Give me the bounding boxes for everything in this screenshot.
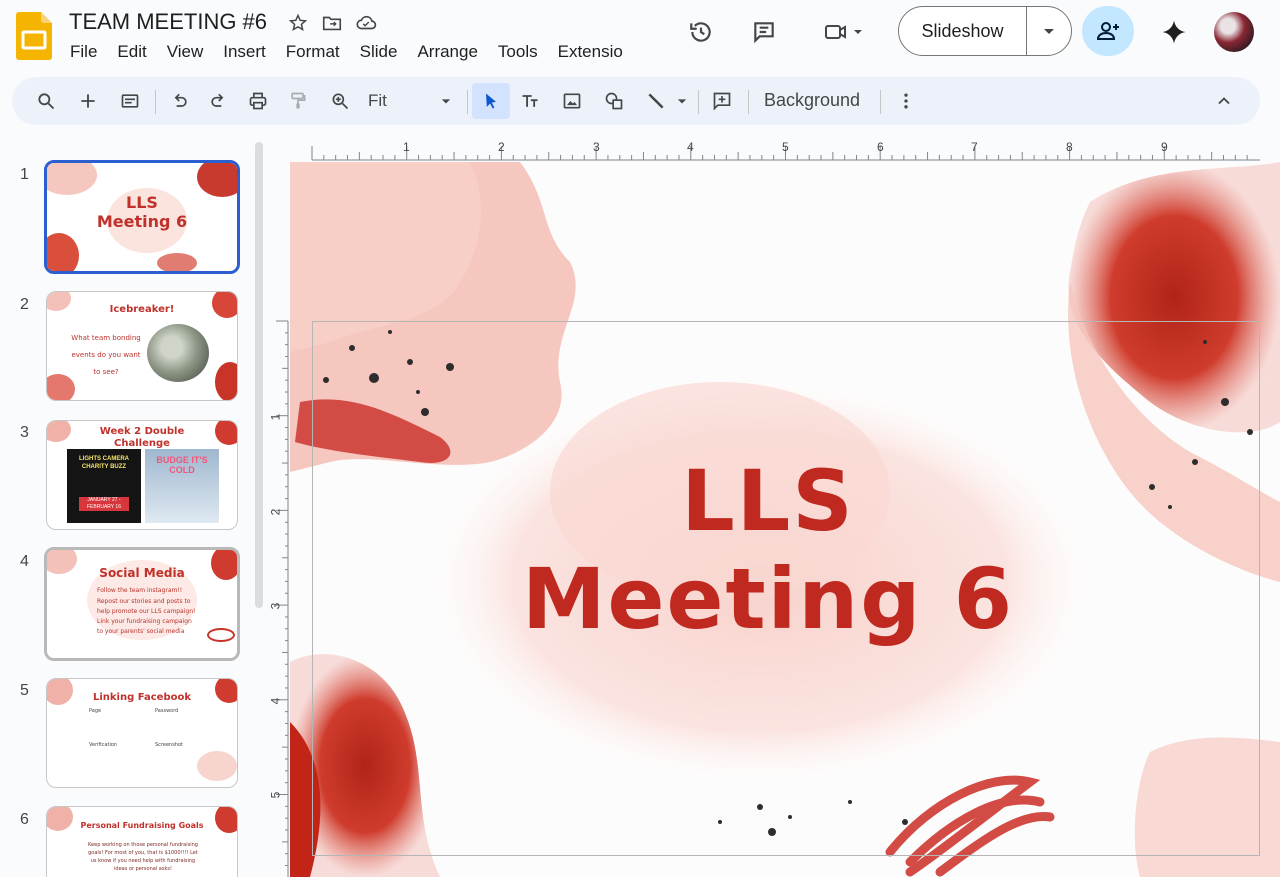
slide-thumbnail-4[interactable]: Social Media Follow the team instagram!!… [44,547,240,661]
layout-icon[interactable] [114,85,146,117]
version-history-icon[interactable] [681,12,721,52]
slide-3-image-left: LIGHTS CAMERA CHARITY BUZZ JANUARY 27 - … [67,449,141,523]
slide-title-textbox[interactable]: LLS Meeting 6 [468,452,1068,648]
menu-format[interactable]: Format [276,42,350,62]
share-button[interactable] [1082,6,1134,56]
background-button[interactable]: Background [764,90,860,111]
zoom-select[interactable]: Fit [368,91,387,111]
cloud-saved-icon[interactable] [354,11,378,35]
title-line-1: LLS [681,452,855,550]
undo-icon[interactable] [164,85,196,117]
menu-insert[interactable]: Insert [213,42,276,62]
vertical-ruler[interactable]: 1 2 3 4 5 [268,162,290,877]
slide-6-body: Keep working on those personal fundraisi… [88,842,198,872]
slideshow-label[interactable]: Slideshow [899,7,1027,55]
slides-logo-icon[interactable] [16,12,52,60]
slide-4-bullet-2: Repost our stories and posts to help pro… [97,598,196,615]
more-options-icon[interactable] [890,85,922,117]
slide-4-bullet-3: Link your fundraising campaign to your p… [97,618,192,635]
add-person-icon [1096,22,1119,40]
move-folder-icon[interactable] [320,11,344,35]
slideshow-dropdown-icon[interactable] [1027,24,1071,38]
zoom-icon[interactable] [324,85,356,117]
menu-bar: File Edit View Insert Format Slide Arran… [60,40,633,64]
slide-number: 1 [20,166,29,183]
collapse-toolbar-icon[interactable] [1208,85,1240,117]
gemini-sparkle-icon[interactable] [1154,12,1194,52]
menu-view[interactable]: View [157,42,214,62]
add-comment-icon[interactable] [706,85,738,117]
slide-4-title: Social Media [99,566,185,580]
slide-number: 4 [20,553,29,570]
toolbar: Fit Background [12,77,1260,125]
title-line-2: Meeting 6 [521,550,1015,648]
menu-edit[interactable]: Edit [107,42,156,62]
menu-arrange[interactable]: Arrange [407,42,487,62]
slide-number: 5 [20,682,29,699]
comments-icon[interactable] [744,12,784,52]
new-slide-icon[interactable] [72,85,104,117]
user-avatar[interactable] [1214,12,1254,52]
slide-3-image-right: BUDGE IT'S COLD [145,449,219,523]
slide-thumbnail-1[interactable]: LLS Meeting 6 [44,160,240,274]
menu-tools[interactable]: Tools [488,42,548,62]
menu-extensions[interactable]: Extensio [548,42,633,62]
insert-image-icon[interactable] [556,85,588,117]
slide-2-title: Icebreaker! [109,304,175,315]
redo-icon[interactable] [202,85,234,117]
slide-thumbnail-6[interactable]: Personal Fundraising Goals Keep working … [46,806,238,877]
slide-4-bullet-1: Follow the team instagram!! [97,587,183,594]
menu-file[interactable]: File [60,42,107,62]
zoom-dropdown-icon[interactable] [430,85,462,117]
slide-canvas[interactable]: LLS Meeting 6 [290,162,1280,877]
horizontal-ruler[interactable]: 1 2 3 4 5 6 7 8 9 [290,136,1260,162]
slide-2-body: What team bonding events do you want to … [71,334,141,376]
text-box-icon[interactable] [514,85,546,117]
slide-number: 6 [20,811,29,828]
slide-1-title: LLS Meeting 6 [96,193,188,231]
line-dropdown-icon[interactable] [672,85,692,117]
slide-6-title: Personal Fundraising Goals [80,821,204,830]
slide-number: 3 [20,424,29,441]
shape-icon[interactable] [598,85,630,117]
slide-3-title: Week 2 Double Challenge [99,426,185,449]
slide-thumbnail-3[interactable]: Week 2 Double Challenge LIGHTS CAMERA CH… [46,420,238,530]
print-icon[interactable] [242,85,274,117]
line-icon[interactable] [640,85,672,117]
select-tool-icon[interactable] [472,83,510,119]
search-menus-icon[interactable] [30,85,62,117]
slideshow-button[interactable]: Slideshow [898,6,1072,56]
meet-video-icon[interactable] [814,12,874,52]
paint-format-icon[interactable] [282,85,314,117]
document-title[interactable]: TEAM MEETING #6 [69,9,267,35]
slide-thumbnail-5[interactable]: Linking Facebook Page Password Verificat… [46,678,238,788]
slide-number: 2 [20,296,29,313]
slide-thumbnail-2[interactable]: Icebreaker! What team bonding events do … [46,291,238,401]
menu-slide[interactable]: Slide [350,42,408,62]
slide-5-title: Linking Facebook [92,692,191,703]
slides-app: TEAM MEETING #6 File Edit View Insert Fo… [0,0,1280,877]
filmstrip-scrollbar[interactable] [255,142,263,608]
star-icon[interactable] [286,11,310,35]
